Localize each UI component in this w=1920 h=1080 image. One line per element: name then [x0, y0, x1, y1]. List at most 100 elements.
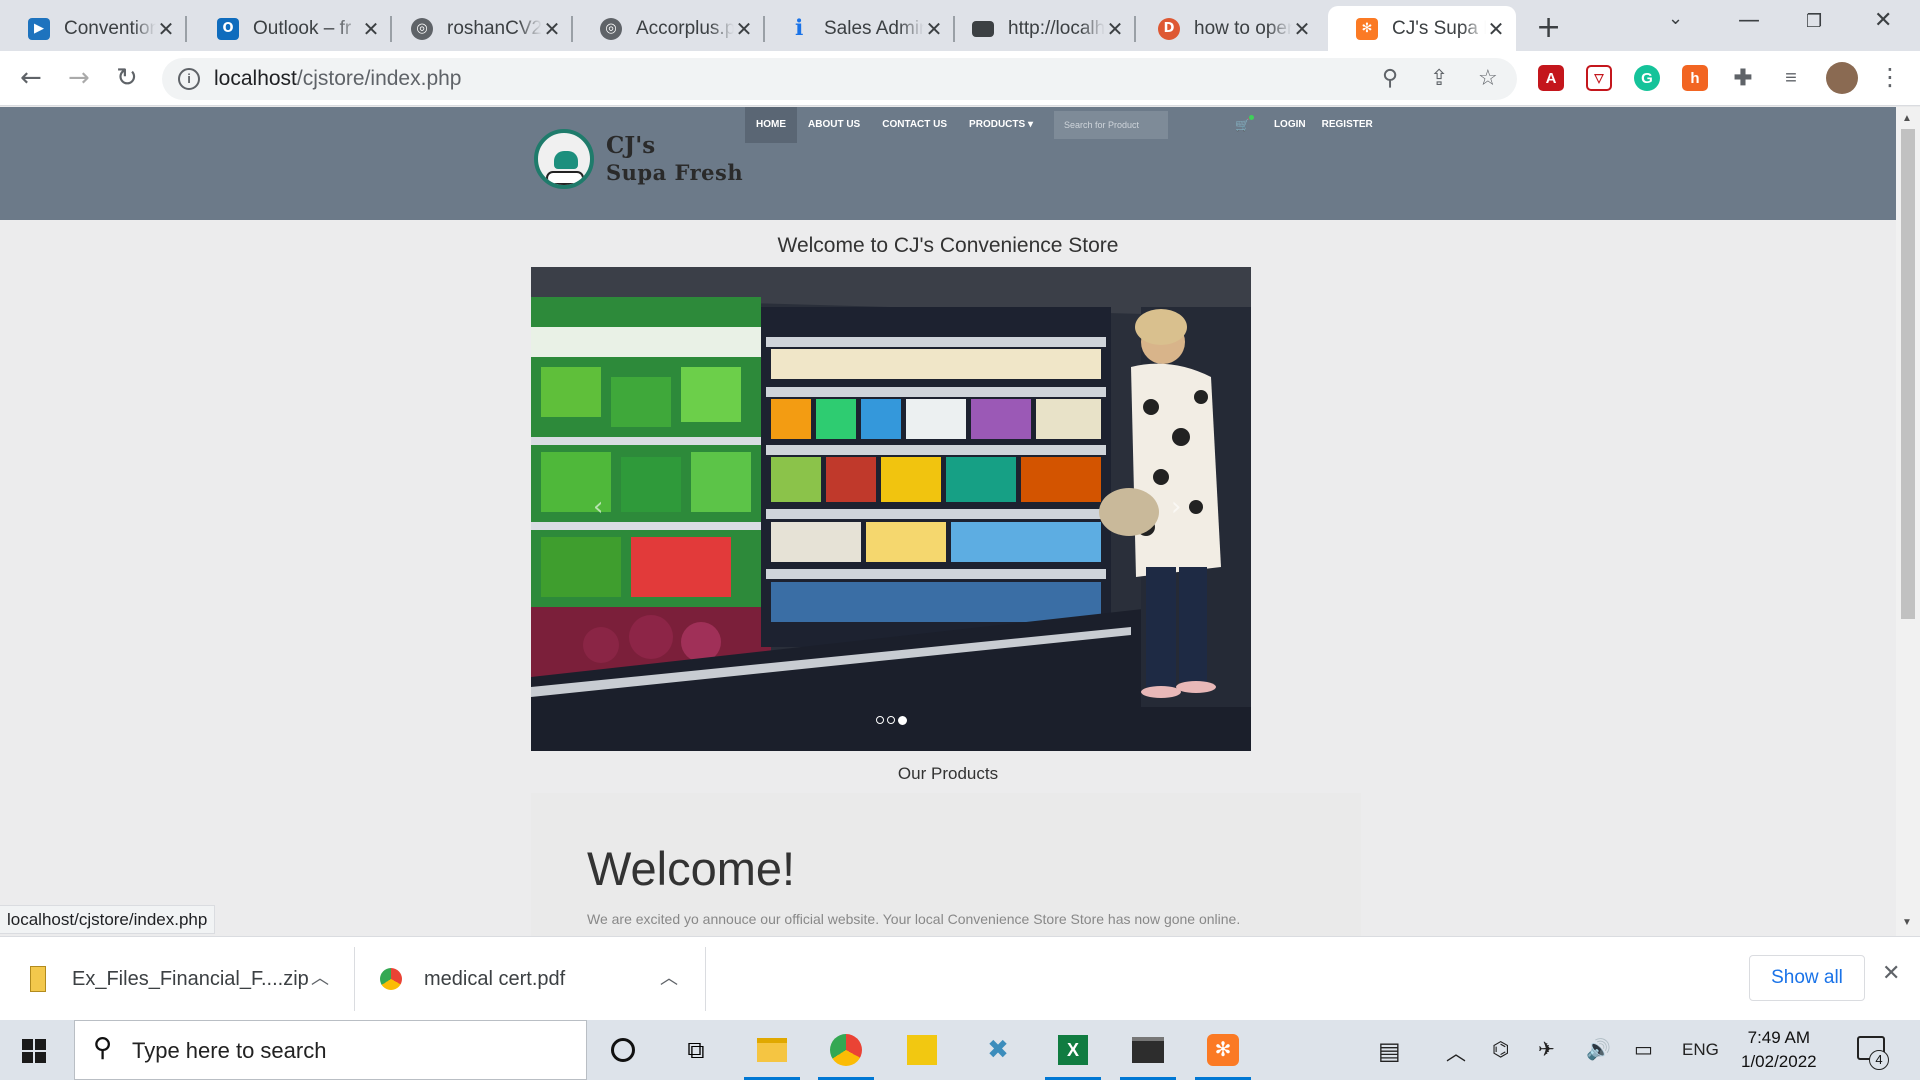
cart-icon[interactable]: 🛒 [1235, 115, 1254, 132]
windows-taskbar: ⚲ Type here to search ⧉ ✖ X ✻ ▤ ︿ ⌬ ✈ 🔊 … [0, 1020, 1920, 1080]
file-explorer-icon[interactable] [744, 1030, 800, 1080]
image-carousel[interactable]: ‹ › [531, 267, 1251, 751]
share-icon[interactable]: ⇪ [1430, 66, 1448, 91]
close-icon[interactable]: ✕ [1292, 17, 1312, 41]
taskbar-search-box[interactable]: ⚲ Type here to search [74, 1020, 587, 1080]
grammarly-extension-icon[interactable]: G [1634, 65, 1660, 91]
volume-icon[interactable]: 🔊 [1586, 1037, 1611, 1061]
chevron-up-icon[interactable]: ︿ [311, 964, 329, 990]
logo-cloud-shape [546, 171, 584, 185]
cortana-icon[interactable] [603, 1030, 643, 1070]
nav-login[interactable]: LOGIN [1266, 107, 1314, 143]
download-item-zip[interactable]: Ex_Files_Financial_F....zip [30, 937, 309, 1021]
nav-register[interactable]: REGISTER [1314, 107, 1381, 143]
carousel-dot-active[interactable] [897, 716, 907, 725]
carousel-prev-arrow[interactable]: ‹ [593, 492, 603, 522]
back-button[interactable]: ← [20, 63, 42, 93]
nav-contact-us[interactable]: CONTACT US [871, 107, 958, 143]
grocery-shelf-image [531, 267, 1251, 751]
our-products-heading: Our Products [897, 764, 999, 783]
media-control-icon[interactable]: ≡ [1778, 65, 1804, 91]
carousel-dot[interactable] [886, 716, 895, 724]
outlook-icon: O [217, 17, 239, 40]
close-icon[interactable]: ✕ [1882, 961, 1900, 986]
close-icon[interactable]: ✕ [156, 17, 176, 41]
nav-products-dropdown[interactable]: PRODUCTS ▾ [958, 107, 1044, 143]
xampp-icon[interactable]: ✻ [1195, 1030, 1251, 1080]
tab-5[interactable]: ℹ Sales Admin ✕ [760, 6, 955, 51]
tab-1[interactable]: ▶ Convention ✕ [0, 6, 187, 51]
show-all-downloads-button[interactable]: Show all [1749, 955, 1865, 1001]
close-icon[interactable]: ✕ [1486, 17, 1506, 41]
jumbotron-text: We are excited yo annouce our official w… [587, 911, 1241, 927]
tab-search-icon[interactable]: ⌄ [1668, 8, 1683, 29]
site-nav: HOME ABOUT US CONTACT US PRODUCTS ▾ Sear… [745, 107, 1168, 143]
system-clock[interactable]: 7:49 AM 1/02/2022 [1741, 1026, 1817, 1074]
language-indicator[interactable]: ENG [1682, 1040, 1719, 1060]
close-window-button[interactable]: ✕ [1874, 8, 1892, 33]
network-tool-icon[interactable]: ✖ [978, 1030, 1018, 1070]
scroll-thumb[interactable] [1901, 129, 1915, 619]
news-widget-icon[interactable]: ▤ [1378, 1037, 1401, 1065]
download-divider [354, 947, 355, 1011]
chevron-up-icon[interactable]: ︿ [1446, 1037, 1466, 1066]
logo-line-1: CJ's [606, 132, 656, 159]
tab-6[interactable]: http://localhost ✕ [944, 6, 1136, 51]
zoom-icon[interactable]: ⚲ [1382, 66, 1398, 91]
tab-3[interactable]: ◎ roshanCV2022 ✕ [383, 6, 573, 51]
address-bar[interactable]: i localhost/cjstore/index.php ⚲ ⇪ ☆ [162, 58, 1517, 100]
task-view-icon[interactable]: ⧉ [676, 1030, 716, 1070]
page-viewport: CJ's Supa Fresh HOME ABOUT US CONTACT US… [0, 107, 1896, 936]
battery-icon[interactable]: ▭ [1634, 1037, 1653, 1061]
scroll-down-arrow[interactable]: ▼ [1902, 917, 1912, 928]
info-icon[interactable]: i [178, 68, 200, 90]
tab-4[interactable]: ◎ Accorplus.png ✕ [572, 6, 765, 51]
download-shelf: Ex_Files_Financial_F....zip ︿ medical ce… [0, 936, 1920, 1020]
tab-strip: ▶ Convention ✕ O Outlook – fr ✕ ◎ roshan… [0, 0, 1920, 51]
taskbar-search-placeholder: Type here to search [132, 1038, 327, 1063]
nav-about-us[interactable]: ABOUT US [797, 107, 871, 143]
close-icon[interactable]: ✕ [542, 17, 562, 41]
tab-title: CJ's Supa Fresh [1392, 17, 1486, 39]
tab-7[interactable]: D how to open ✕ [1130, 6, 1322, 51]
restore-button[interactable]: ❐ [1806, 11, 1822, 32]
new-tab-button[interactable]: + [1536, 10, 1561, 45]
close-icon[interactable]: ✕ [1105, 17, 1125, 41]
tab-active[interactable]: ✻ CJ's Supa Fresh ✕ [1328, 6, 1516, 51]
close-icon[interactable]: ✕ [734, 17, 754, 41]
carousel-next-arrow[interactable]: › [1171, 492, 1181, 522]
notification-count-badge: 4 [1869, 1050, 1889, 1070]
tab-title: Convention [64, 17, 156, 39]
url-path: /cjstore/index.php [296, 67, 462, 90]
site-logo[interactable]: CJ's Supa Fresh [534, 129, 743, 189]
extensions-puzzle-icon[interactable]: ✚ [1730, 65, 1756, 91]
menu-kebab-icon[interactable]: ⋮ [1878, 63, 1902, 91]
download-item-pdf[interactable]: medical cert.pdf [380, 937, 565, 1021]
profile-avatar[interactable] [1826, 62, 1858, 94]
forward-button[interactable]: → [68, 63, 90, 93]
minimize-button[interactable]: — [1738, 8, 1760, 33]
reload-button[interactable]: ↻ [116, 63, 138, 93]
airplane-mode-icon[interactable]: ✈ [1538, 1037, 1555, 1061]
pocket-extension-icon[interactable]: ▽ [1586, 65, 1612, 91]
close-icon[interactable]: ✕ [924, 17, 944, 41]
meet-now-icon[interactable]: ⌬ [1492, 1037, 1509, 1061]
tab-2[interactable]: O Outlook – fr ✕ [189, 6, 392, 51]
chevron-up-icon[interactable]: ︿ [660, 964, 678, 990]
terminal-icon[interactable] [1120, 1030, 1176, 1080]
acrobat-extension-icon[interactable]: A [1538, 65, 1564, 91]
chrome-icon[interactable] [818, 1030, 874, 1080]
search-icon: ⚲ [93, 1033, 113, 1063]
power-bi-icon[interactable] [902, 1030, 942, 1070]
product-search-input[interactable]: Search for Product [1053, 111, 1168, 139]
carousel-dot[interactable] [875, 716, 884, 724]
scroll-up-arrow[interactable]: ▲ [1902, 113, 1912, 124]
honey-extension-icon[interactable]: h [1682, 65, 1708, 91]
page-scrollbar[interactable]: ▲ ▼ [1896, 107, 1920, 936]
bookmark-star-icon[interactable]: ☆ [1478, 66, 1498, 91]
windows-start-icon[interactable] [22, 1039, 46, 1063]
close-icon[interactable]: ✕ [361, 17, 381, 41]
nav-home[interactable]: HOME [745, 107, 797, 143]
account-nav: 🛒 LOGIN REGISTER [1235, 107, 1381, 143]
excel-icon[interactable]: X [1045, 1030, 1101, 1080]
